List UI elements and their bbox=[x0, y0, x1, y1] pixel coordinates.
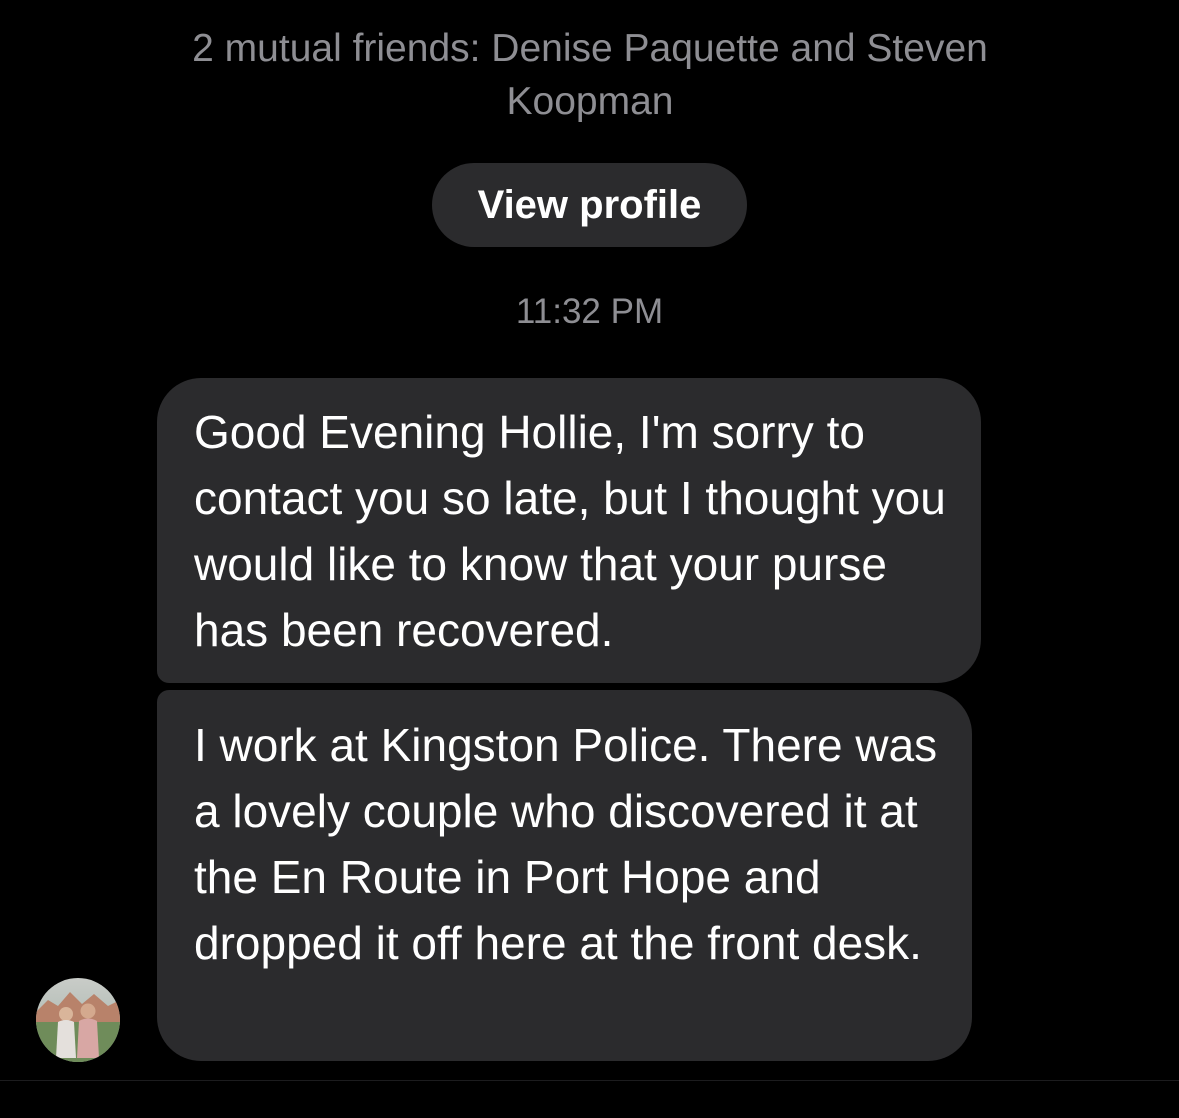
message-timestamp: 11:32 PM bbox=[515, 292, 664, 331]
sender-avatar[interactable] bbox=[36, 978, 120, 1062]
bottom-divider bbox=[0, 1080, 1179, 1081]
mutual-friends-text: 2 mutual friends: Denise Paquette and St… bbox=[192, 27, 988, 123]
message-bubble-2[interactable]: I work at Kingston Police. There was a l… bbox=[157, 690, 972, 1061]
message-bubble-1[interactable]: Good Evening Hollie, I'm sorry to contac… bbox=[157, 378, 981, 683]
view-profile-button[interactable]: View profile bbox=[432, 163, 747, 247]
avatar-photo-icon bbox=[36, 978, 120, 1062]
